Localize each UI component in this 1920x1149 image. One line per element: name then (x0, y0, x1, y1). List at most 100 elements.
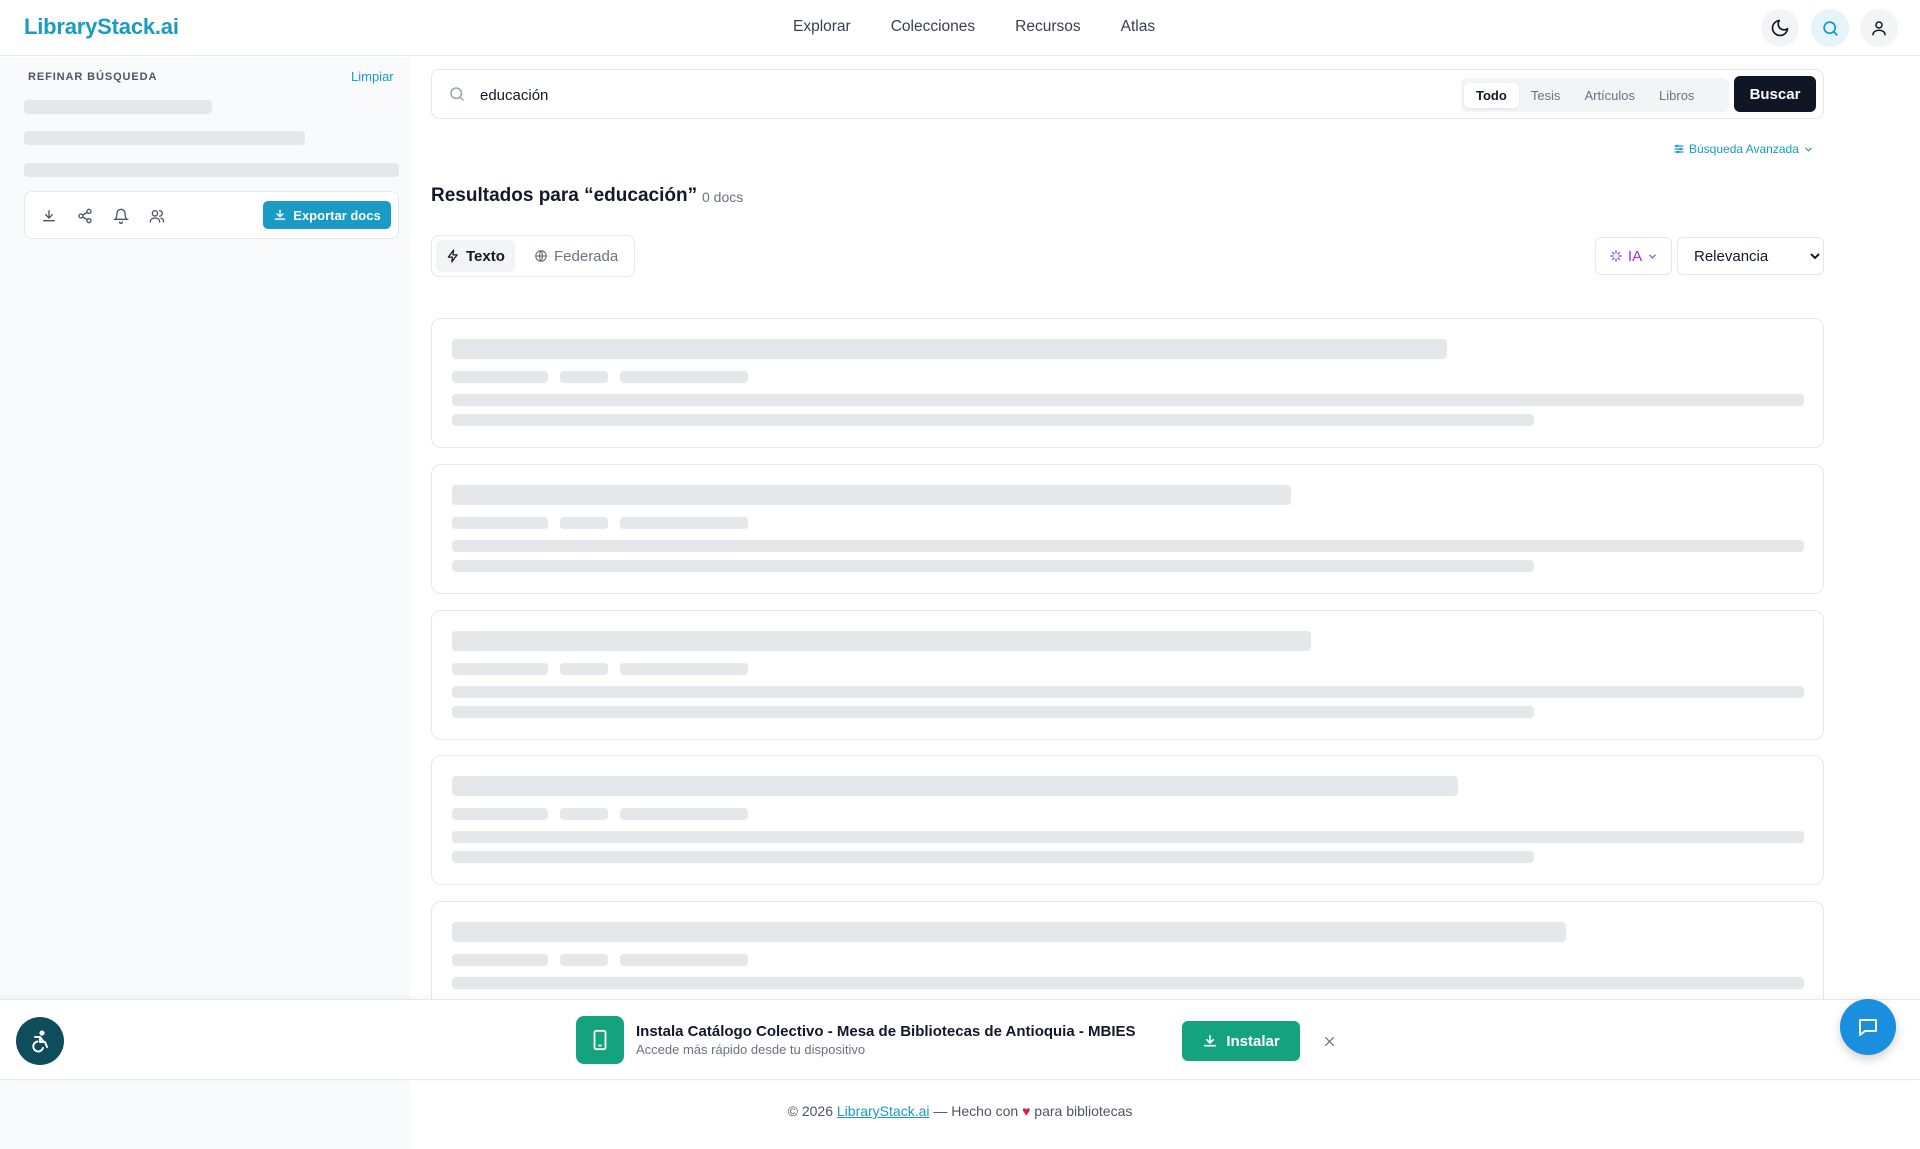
theme-toggle-button[interactable] (1761, 9, 1799, 47)
search-bar: Todo Tesis Artículos Libros Buscar (431, 69, 1824, 119)
nav-atlas[interactable]: Atlas (1121, 18, 1155, 36)
skeleton-title (452, 485, 1291, 505)
close-icon (1324, 1036, 1334, 1046)
mode-federada-label: Federada (554, 247, 619, 265)
search-icon (450, 87, 464, 101)
footer-link[interactable]: LibraryStack.ai (837, 1103, 930, 1119)
accessibility-icon (32, 1030, 48, 1053)
skeleton-meta (560, 663, 608, 675)
skeleton-line (452, 831, 1804, 843)
app-phone-icon (576, 1016, 624, 1064)
sidebar-toolbar: Exportar docs (24, 191, 399, 239)
user-icon (1872, 21, 1886, 36)
skeleton-meta (452, 954, 548, 966)
filter-todo[interactable]: Todo (1464, 82, 1519, 108)
skeleton-meta (560, 371, 608, 383)
globe-icon (535, 250, 547, 262)
result-card-skeleton (431, 318, 1824, 448)
sort-select[interactable]: Relevancia (1677, 237, 1824, 275)
chat-icon (1859, 1019, 1877, 1036)
skeleton-line (452, 851, 1534, 863)
logo[interactable]: LibraryStack.ai (24, 14, 179, 40)
skeleton-meta (620, 808, 748, 820)
smartphone-icon (593, 1029, 607, 1051)
sidebar-title: REFINAR BÚSQUEDA (28, 71, 158, 83)
alert-button[interactable] (111, 206, 131, 226)
mode-texto-label: Texto (466, 247, 505, 265)
sidebar-skeleton-line (24, 131, 305, 145)
users-icon (149, 210, 165, 223)
chevron-down-icon (1649, 254, 1656, 259)
skeleton-meta (560, 954, 608, 966)
mode-texto-button[interactable]: Texto (436, 240, 515, 272)
skeleton-meta (620, 954, 748, 966)
sliders-icon (1674, 144, 1684, 154)
skeleton-meta (620, 663, 748, 675)
install-banner-subtitle: Accede más rápido desde tu dispositivo (636, 1042, 866, 1057)
footer: © 2026 LibraryStack.ai — Hecho con ♥ par… (0, 1103, 1920, 1119)
sidebar-skeleton-line (24, 100, 212, 114)
filter-libros[interactable]: Libros (1647, 83, 1706, 108)
export-docs-label: Exportar docs (293, 207, 381, 223)
search-input[interactable] (480, 83, 1380, 107)
advanced-search-toggle[interactable]: Búsqueda Avanzada (1673, 142, 1814, 156)
chevron-down-icon (1805, 147, 1812, 152)
clear-filters-link[interactable]: Limpiar (351, 69, 394, 84)
group-button[interactable] (147, 206, 167, 226)
doc-type-filter: Todo Tesis Artículos Libros (1461, 78, 1729, 112)
share-button[interactable] (75, 206, 95, 226)
skeleton-line (452, 394, 1804, 406)
skeleton-line (452, 686, 1804, 698)
footer-copyright: © 2026 (787, 1103, 837, 1119)
download-icon (1204, 1034, 1217, 1047)
skeleton-title (452, 922, 1566, 942)
filter-tesis[interactable]: Tesis (1519, 83, 1573, 108)
skeleton-line (452, 706, 1534, 718)
mode-federada-button[interactable]: Federada (524, 240, 628, 272)
skeleton-meta (452, 371, 548, 383)
install-banner-title: Instala Catálogo Colectivo - Mesa de Bib… (636, 1023, 1136, 1040)
results-count: 0 docs (702, 189, 744, 205)
sidebar-skeleton-line (24, 163, 399, 177)
result-card-skeleton (431, 610, 1824, 740)
install-button[interactable]: Instalar (1182, 1021, 1300, 1061)
download-icon (43, 210, 55, 222)
advanced-search-label: Búsqueda Avanzada (1689, 142, 1799, 156)
chat-button[interactable] (1840, 999, 1896, 1055)
skeleton-line (452, 540, 1804, 552)
ia-dropdown[interactable]: IA (1595, 237, 1672, 275)
search-icon (1822, 20, 1838, 36)
skeleton-meta (560, 517, 608, 529)
results-title: Resultados para “educación” (431, 185, 698, 206)
ia-label: IA (1627, 247, 1643, 265)
close-banner-button[interactable] (1319, 1031, 1339, 1051)
filter-articulos[interactable]: Artículos (1572, 83, 1647, 108)
footer-suffix: para bibliotecas (1030, 1103, 1133, 1119)
footer-made-with: — Hecho con (929, 1103, 1023, 1119)
bell-icon (113, 208, 129, 224)
export-docs-button[interactable]: Exportar docs (263, 201, 391, 229)
skeleton-meta (560, 808, 608, 820)
share-icon (78, 208, 92, 224)
nav-explorar[interactable]: Explorar (793, 18, 851, 36)
nav-recursos[interactable]: Recursos (1015, 18, 1080, 36)
skeleton-meta (620, 517, 748, 529)
nav-colecciones[interactable]: Colecciones (891, 18, 975, 36)
install-label: Instalar (1226, 1032, 1280, 1050)
skeleton-line (452, 977, 1804, 989)
download-icon (274, 209, 286, 220)
user-button[interactable] (1860, 9, 1898, 47)
result-card-skeleton (431, 755, 1824, 885)
skeleton-title (452, 631, 1311, 651)
header-search-button[interactable] (1811, 9, 1849, 47)
accessibility-button[interactable] (16, 1017, 64, 1065)
download-button[interactable] (39, 206, 59, 226)
skeleton-line (452, 414, 1534, 426)
moon-icon (1771, 19, 1789, 37)
search-submit-button[interactable]: Buscar (1734, 76, 1816, 112)
result-card-skeleton (431, 464, 1824, 594)
skeleton-meta (452, 808, 548, 820)
skeleton-meta (452, 663, 548, 675)
skeleton-meta (620, 371, 748, 383)
skeleton-meta (452, 517, 548, 529)
